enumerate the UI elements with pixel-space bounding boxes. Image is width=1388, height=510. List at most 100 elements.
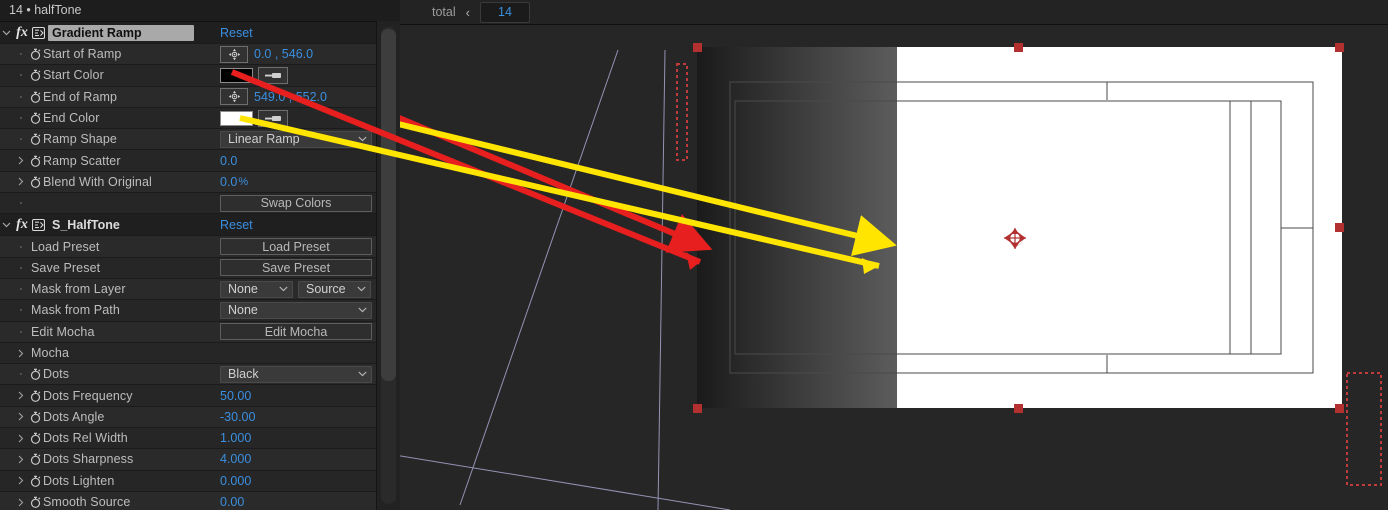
dropdown-select[interactable]: None [220,301,372,319]
param-row-dots-frequency[interactable]: Dots Frequency 50.00 [0,385,377,407]
chevron-left-icon[interactable]: ‹ [466,5,470,20]
reset-link[interactable]: Reset [220,218,253,232]
param-row-mask-from-path[interactable]: Mask from Path None [0,300,377,322]
effect-badge-icon[interactable] [31,26,45,39]
effect-panel-scrollbar[interactable] [376,21,400,510]
param-row-mask-from-layer[interactable]: Mask from Layer None Source [0,278,377,301]
effect-header-gradient-ramp[interactable]: fx Gradient Ramp Reset [0,22,377,44]
eyedropper-button[interactable] [258,109,288,127]
param-dot-marker [14,288,27,291]
param-twirl-icon[interactable] [14,156,27,165]
param-value[interactable]: 0.00 [220,495,244,509]
param-row-smooth-source[interactable]: Smooth Source 0.00 [0,491,377,510]
stopwatch-icon [30,369,40,381]
chevron-down-icon [358,369,367,379]
color-swatch[interactable] [220,67,253,83]
param-row-mocha[interactable]: Mocha [0,342,377,365]
position-picker-button[interactable] [220,45,248,63]
param-row-blend-with-original[interactable]: Blend With Original 0.0% [0,171,377,194]
param-value[interactable]: -30.00 [220,410,255,424]
param-twirl-icon[interactable] [14,434,27,443]
stopwatch-icon[interactable] [27,176,43,188]
param-row-ramp-scatter[interactable]: Ramp Scatter 0.0 [0,150,377,172]
stopwatch-icon[interactable] [27,453,43,466]
param-dot-marker [14,330,27,333]
param-value[interactable]: 0.0 [220,175,237,189]
param-row-blank[interactable]: Swap Colors [0,193,377,215]
param-value[interactable]: 0.0 , 546.0 [254,47,313,61]
stopwatch-icon[interactable] [27,91,43,103]
dropdown-select[interactable]: Linear Ramp [220,130,372,148]
param-row-end-color[interactable]: End Color [0,107,377,130]
param-twirl-icon[interactable] [14,412,27,421]
param-twirl-icon[interactable] [14,349,27,358]
eyedropper-button[interactable] [258,66,288,84]
reset-link[interactable]: Reset [220,26,253,40]
stopwatch-icon [30,70,40,82]
stopwatch-icon[interactable] [27,411,43,423]
dropdown-select[interactable]: Black [220,365,372,383]
stopwatch-icon[interactable] [27,390,43,402]
param-value[interactable]: 0.000 [220,474,251,488]
param-row-dots-angle[interactable]: Dots Angle -30.00 [0,406,377,429]
stopwatch-icon[interactable] [27,48,43,61]
param-value[interactable]: 4.000 [220,452,251,466]
param-row-load-preset[interactable]: Load Preset Load Preset [0,236,377,258]
gradient-start-point[interactable] [685,232,701,248]
effect-twirl-icon[interactable] [0,220,13,229]
shape-bbox-left [676,63,688,161]
action-button[interactable]: Save Preset [220,259,372,277]
effect-name[interactable]: Gradient Ramp [48,24,194,41]
dropdown-select-layer[interactable]: None [220,280,293,298]
stopwatch-icon[interactable] [27,475,43,487]
stopwatch-icon[interactable] [27,112,43,124]
stopwatch-icon [30,411,40,423]
param-value[interactable]: 549.0 , 552.0 [254,90,327,104]
param-row-dots-sharpness[interactable]: Dots Sharpness 4.000 [0,449,377,471]
param-row-dots[interactable]: Dots Black [0,364,377,386]
comp-canvas[interactable] [400,25,1388,510]
effect-badge-icon[interactable] [31,218,45,231]
param-value[interactable]: 50.00 [220,389,251,403]
dropdown-select-source[interactable]: Source [298,280,371,298]
param-row-edit-mocha[interactable]: Edit Mocha Edit Mocha [0,321,377,343]
stopwatch-icon [30,432,40,445]
effect-parameter-list[interactable]: fx Gradient Ramp Reset Start of Ramp 0.0 , 5… [0,22,377,510]
param-row-ramp-shape[interactable]: Ramp Shape Linear Ramp [0,129,377,151]
effect-name[interactable]: S_HalfTone [48,217,124,233]
action-button[interactable]: Edit Mocha [220,323,372,341]
param-twirl-icon[interactable] [14,177,27,186]
action-button[interactable]: Swap Colors [220,194,372,212]
param-row-start-of-ramp[interactable]: Start of Ramp 0.0 , 546.0 [0,44,377,66]
param-twirl-icon[interactable] [14,455,27,464]
frame-number-field[interactable]: 14 [479,1,530,23]
eyedropper-icon [265,115,281,121]
stopwatch-icon [30,91,40,103]
color-swatch[interactable] [220,110,253,126]
param-label: Dots Rel Width [43,431,128,446]
param-row-save-preset[interactable]: Save Preset Save Preset [0,257,377,279]
param-value[interactable]: 1.000 [220,431,251,445]
stopwatch-icon[interactable] [27,368,43,381]
stopwatch-icon[interactable] [27,496,43,508]
scrollbar-thumb[interactable] [381,29,396,381]
stopwatch-icon[interactable] [27,432,43,445]
param-twirl-icon[interactable] [14,476,27,485]
stopwatch-icon[interactable] [27,133,43,146]
param-row-dots-lighten[interactable]: Dots Lighten 0.000 [0,470,377,492]
param-label: End Color [43,111,100,126]
param-row-end-of-ramp[interactable]: End of Ramp 549.0 , 552.0 [0,86,377,108]
param-row-dots-rel-width[interactable]: Dots Rel Width 1.000 [0,428,377,450]
position-picker-button[interactable] [220,88,248,106]
param-row-start-color[interactable]: Start Color [0,65,377,87]
effect-header-s-halftone[interactable]: fx S_HalfTone Reset [0,214,377,237]
param-twirl-icon[interactable] [14,391,27,400]
action-button[interactable]: Load Preset [220,238,372,256]
param-dot-marker [14,266,27,269]
stopwatch-icon[interactable] [27,155,43,167]
param-label: Dots Frequency [43,388,133,403]
param-twirl-icon[interactable] [14,498,27,507]
stopwatch-icon[interactable] [27,69,43,82]
param-value[interactable]: 0.0 [220,154,237,168]
effect-twirl-icon[interactable] [0,28,13,37]
